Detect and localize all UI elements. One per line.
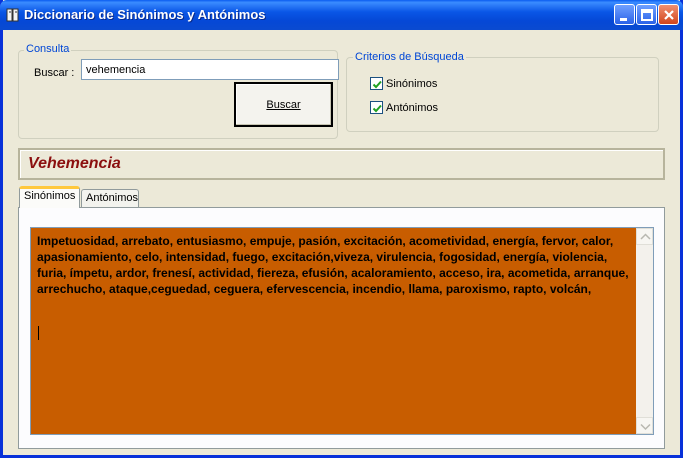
- checkmark-icon: [372, 80, 382, 89]
- sinonimos-label[interactable]: Sinónimos: [386, 78, 437, 90]
- vertical-scrollbar[interactable]: [636, 228, 653, 434]
- sinonimos-checkbox[interactable]: [370, 77, 383, 90]
- consulta-group-label: Consulta: [24, 43, 72, 55]
- window-title: Diccionario de Sinónimos y Antónimos: [24, 7, 266, 22]
- minimize-button[interactable]: [614, 4, 635, 25]
- text-caret: [38, 326, 39, 340]
- tab-sinonimos[interactable]: Sinónimos: [19, 186, 80, 208]
- antonimos-label[interactable]: Antónimos: [386, 102, 438, 114]
- synonyms-text: Impetuosidad, arrebato, entusiasmo, empu…: [37, 234, 629, 296]
- chevron-up-icon: [640, 233, 651, 240]
- buscar-label: Buscar :: [34, 67, 75, 79]
- title-bar[interactable]: Diccionario de Sinónimos y Antónimos: [0, 0, 683, 30]
- synonyms-textarea[interactable]: Impetuosidad, arrebato, entusiasmo, empu…: [30, 227, 654, 435]
- result-word-banner: Vehemencia: [18, 148, 665, 180]
- close-button[interactable]: [658, 4, 679, 25]
- search-input[interactable]: [81, 59, 339, 80]
- tab-antonimos[interactable]: Antónimos: [81, 189, 139, 208]
- maximize-button[interactable]: [636, 4, 657, 25]
- scroll-up-button[interactable]: [636, 228, 653, 245]
- criterios-group: [346, 57, 659, 132]
- checkmark-icon: [372, 104, 382, 113]
- antonimos-checkbox[interactable]: [370, 101, 383, 114]
- buscar-button[interactable]: Buscar: [234, 82, 333, 127]
- app-book-icon: [5, 7, 21, 23]
- chevron-down-icon: [640, 423, 651, 431]
- scroll-down-button[interactable]: [636, 417, 653, 434]
- criterios-group-label: Criterios de Búsqueda: [353, 51, 466, 63]
- result-word: Vehemencia: [28, 155, 121, 172]
